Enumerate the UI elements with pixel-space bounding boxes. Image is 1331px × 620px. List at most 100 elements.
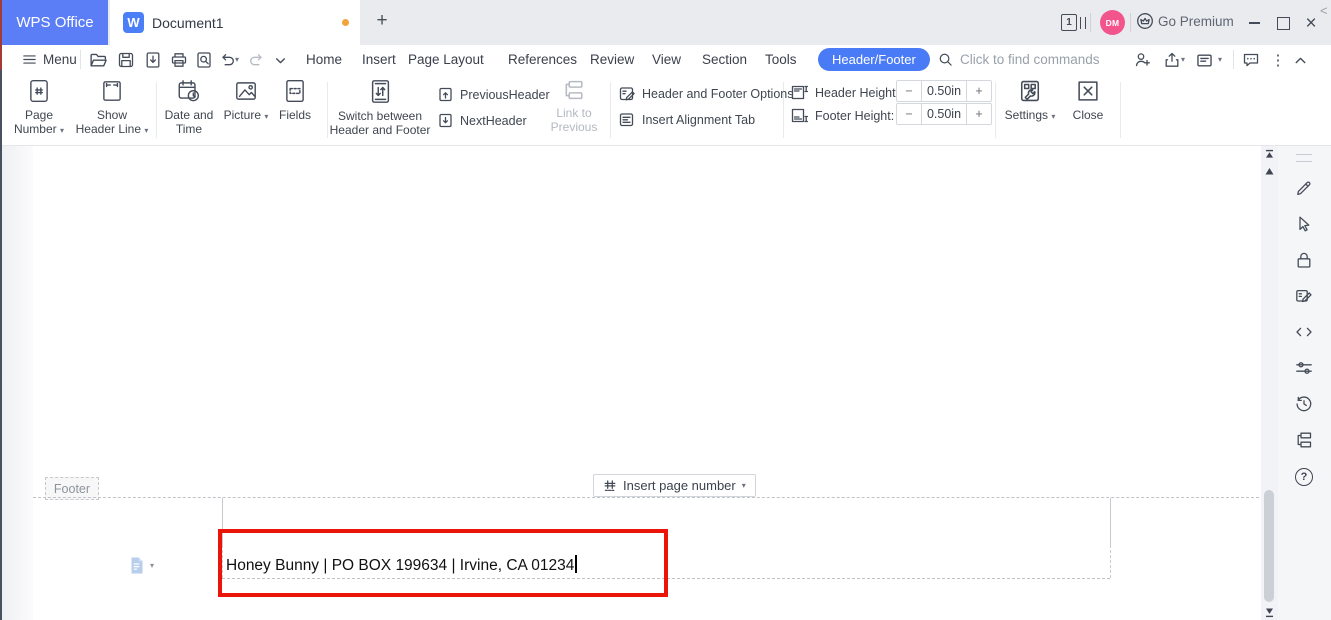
tab-header-footer-active[interactable]: Header/Footer (818, 48, 930, 71)
unsaved-changes-dot (342, 19, 349, 26)
toolbar-layout-icon[interactable] (1194, 50, 1214, 70)
edit-restrictions-icon[interactable] (1294, 286, 1314, 306)
header-footer-options-icon (618, 85, 636, 103)
history-version-icon[interactable] (1294, 394, 1314, 414)
next-page-button[interactable] (1264, 607, 1275, 618)
page-number-button[interactable]: Page Number (10, 78, 68, 136)
previous-header-button[interactable]: PreviousHeader (437, 86, 550, 103)
premium-crown-icon (1136, 12, 1154, 30)
picture-button[interactable]: Picture (220, 78, 272, 123)
link-to-previous-button[interactable]: Link to Previous (548, 78, 600, 134)
close-header-footer-button[interactable]: Close (1066, 78, 1110, 123)
more-options-icon[interactable]: ⋮ (1268, 50, 1288, 70)
ribbon-separator (995, 82, 996, 138)
navigation-outline-icon[interactable] (1294, 430, 1314, 450)
ribbon-separator (610, 82, 611, 138)
go-premium-button[interactable]: Go Premium (1136, 12, 1234, 30)
page-left-gutter (2, 146, 33, 620)
document-canvas[interactable]: Footer Insert page number Honey Bunny | … (0, 146, 1261, 620)
footer-document-icon (128, 556, 145, 575)
share-dropdown-caret[interactable] (1179, 50, 1187, 70)
command-search-input[interactable]: Click to find commands (938, 45, 1100, 74)
insert-alignment-tab-button[interactable]: Insert Alignment Tab (618, 111, 755, 129)
print-preview-button[interactable] (194, 50, 214, 70)
header-height-value[interactable]: 0.50in (921, 81, 967, 101)
dropdown-caret (742, 482, 746, 490)
date-time-icon (176, 78, 202, 104)
export-pdf-button[interactable] (143, 50, 163, 70)
text-cursor (575, 555, 577, 573)
switch-header-footer-button[interactable]: Switch between Header and Footer (330, 78, 430, 137)
footer-options-caret (150, 562, 154, 570)
window-count-value: 1 (1061, 14, 1077, 31)
new-tab-button[interactable]: + (371, 10, 393, 32)
show-header-line-button[interactable]: Show Header Line (70, 78, 154, 136)
link-to-previous-icon (562, 78, 586, 102)
fields-button[interactable]: Fields (272, 78, 318, 123)
adjust-sliders-icon[interactable] (1294, 358, 1314, 378)
tab-view[interactable]: View (652, 45, 681, 74)
menubar-divider (80, 50, 81, 69)
menubar-divider (1233, 50, 1234, 69)
page-number-icon (26, 78, 52, 104)
document-tab[interactable]: W Document1 (110, 0, 360, 45)
title-bar: WPS Office W Document1 + 1 DM Go Premium… (0, 0, 1331, 45)
window-count-indicator[interactable]: 1 (1061, 14, 1086, 31)
close-window-button[interactable]: × (1300, 12, 1322, 34)
header-footer-options-button[interactable]: Header and Footer Options (618, 85, 793, 103)
undo-dropdown-caret[interactable] (233, 50, 241, 70)
minimize-button[interactable] (1243, 12, 1265, 34)
tab-page-layout[interactable]: Page Layout (408, 45, 484, 74)
tab-tools[interactable]: Tools (765, 45, 797, 74)
previous-header-icon (437, 86, 454, 103)
previous-page-button[interactable] (1264, 167, 1275, 176)
scroll-to-top-button[interactable] (1264, 149, 1275, 160)
tab-home[interactable]: Home (306, 45, 342, 74)
footer-height-increase-button[interactable] (967, 104, 991, 124)
titlebar-divider (1090, 13, 1091, 32)
right-tool-sidebar: ? (1278, 146, 1331, 620)
open-file-button[interactable] (88, 50, 108, 70)
next-header-button[interactable]: NextHeader (437, 112, 527, 129)
scrollbar-thumb[interactable] (1264, 490, 1274, 602)
header-height-control: Header Height: (790, 83, 899, 102)
header-height-decrease-button[interactable] (897, 81, 921, 101)
footer-height-stepper: 0.50in (896, 103, 992, 125)
menu-label: Menu (43, 52, 77, 67)
wps-office-button[interactable]: WPS Office (2, 0, 108, 45)
comment-icon[interactable] (1241, 50, 1261, 70)
select-cursor-tool-icon[interactable] (1294, 214, 1314, 234)
layout-dropdown-caret[interactable] (1216, 50, 1224, 70)
date-and-time-button[interactable]: Date and Time (160, 78, 218, 136)
tab-references[interactable]: References (508, 45, 577, 74)
tab-insert[interactable]: Insert (362, 45, 396, 74)
footer-height-decrease-button[interactable] (897, 104, 921, 124)
background-window-artifact: < (1320, 3, 1328, 18)
lock-protect-icon[interactable] (1294, 250, 1314, 270)
user-avatar[interactable]: DM (1100, 10, 1125, 35)
tab-section[interactable]: Section (702, 45, 747, 74)
header-height-increase-button[interactable] (967, 81, 991, 101)
vertical-scrollbar[interactable] (1261, 146, 1278, 620)
sidebar-drag-handle[interactable] (1296, 154, 1312, 162)
footer-text[interactable]: Honey Bunny | PO BOX 199634 | Irvine, CA… (226, 555, 577, 575)
customize-toolbar-chevron-icon[interactable] (270, 50, 290, 70)
help-icon[interactable]: ? (1294, 467, 1314, 487)
code-view-icon[interactable] (1294, 322, 1314, 342)
document-tab-title: Document1 (152, 14, 224, 31)
main-menu-button[interactable]: Menu (22, 45, 77, 74)
footer-options-quick-button[interactable] (128, 556, 154, 575)
footer-height-value[interactable]: 0.50in (921, 104, 967, 124)
maximize-button[interactable] (1272, 12, 1294, 34)
tab-review[interactable]: Review (590, 45, 634, 74)
ink-pen-tool-icon[interactable] (1294, 178, 1314, 198)
search-placeholder: Click to find commands (960, 52, 1100, 67)
print-button[interactable] (169, 50, 189, 70)
insert-page-number-button[interactable]: Insert page number (593, 474, 756, 497)
ribbon-separator (327, 82, 328, 138)
collapse-ribbon-icon[interactable] (1290, 50, 1310, 70)
settings-button[interactable]: Settings (1002, 78, 1058, 123)
share-with-user-icon[interactable] (1133, 50, 1153, 70)
save-button[interactable] (116, 50, 136, 70)
redo-button[interactable] (246, 50, 266, 70)
